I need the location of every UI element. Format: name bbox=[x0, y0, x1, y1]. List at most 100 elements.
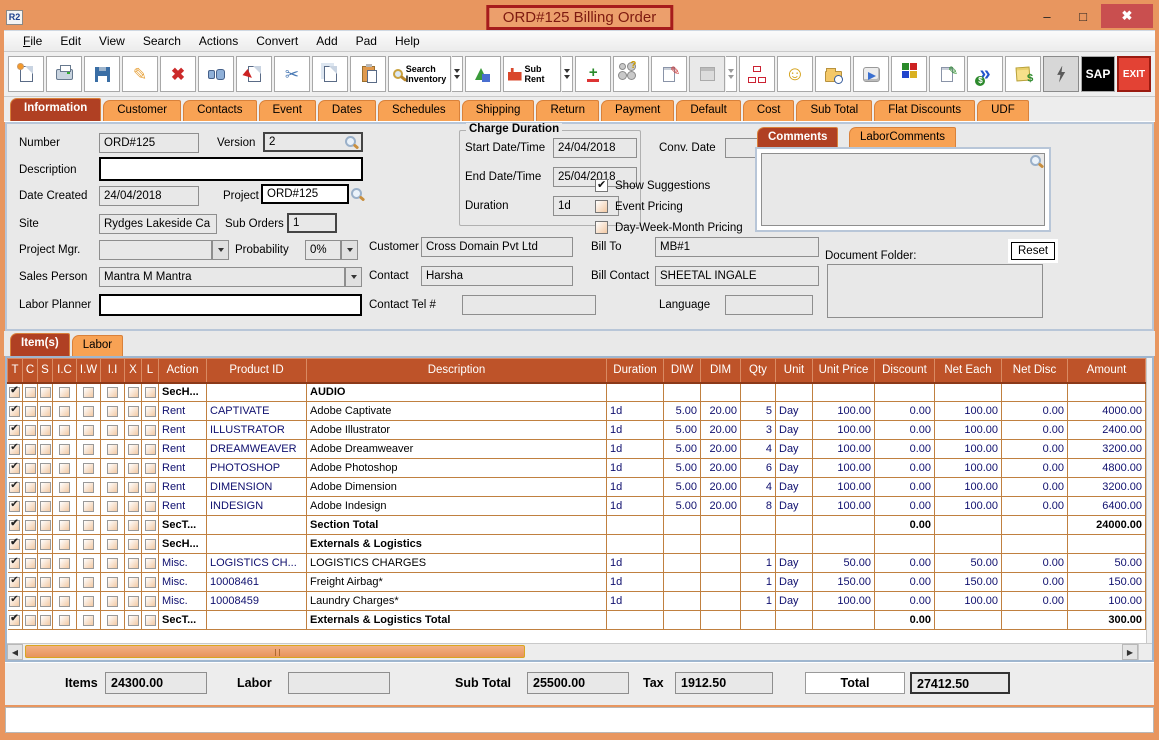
column-header-i.i[interactable]: I.I bbox=[101, 359, 125, 383]
cell-net[interactable]: 100.00 bbox=[935, 402, 1002, 421]
row-checkbox-i.i[interactable] bbox=[107, 577, 118, 588]
menu-add[interactable]: Add bbox=[307, 32, 346, 50]
probability-dropdown[interactable] bbox=[341, 240, 358, 260]
cell-qty[interactable]: 5 bbox=[741, 402, 776, 421]
row-checkbox-t[interactable] bbox=[9, 387, 20, 398]
cell-disc[interactable]: 0.00 bbox=[875, 402, 935, 421]
row-checkbox-l[interactable] bbox=[145, 577, 156, 588]
cell-diw[interactable]: 5.00 bbox=[664, 459, 701, 478]
cell-dur[interactable]: 1d bbox=[607, 402, 664, 421]
cell-amount[interactable]: 24000.00 bbox=[1068, 516, 1146, 535]
row-checkbox-t[interactable] bbox=[9, 615, 20, 626]
search-inventory-dropdown[interactable] bbox=[452, 56, 463, 92]
row-checkbox-s[interactable] bbox=[40, 558, 51, 569]
row-checkbox-i.w[interactable] bbox=[83, 482, 94, 493]
cell-diw[interactable] bbox=[664, 516, 701, 535]
number-field[interactable]: ORD#125 bbox=[99, 133, 199, 153]
cell-qty[interactable]: 1 bbox=[741, 592, 776, 611]
cell-action[interactable]: Rent bbox=[159, 478, 207, 497]
modules-button[interactable] bbox=[891, 56, 927, 92]
row-checkbox-i.w[interactable] bbox=[83, 558, 94, 569]
menu-help[interactable]: Help bbox=[386, 32, 429, 50]
cell-unit[interactable] bbox=[776, 383, 813, 402]
row-checkbox-i.w[interactable] bbox=[83, 406, 94, 417]
cell-qty[interactable]: 4 bbox=[741, 440, 776, 459]
hscroll-thumb[interactable] bbox=[25, 645, 525, 658]
bill-contact-field[interactable]: SHEETAL INGALE bbox=[655, 266, 819, 286]
bill-to-field[interactable]: MB#1 bbox=[655, 237, 819, 257]
cell-netdisc[interactable] bbox=[1002, 383, 1068, 402]
row-checkbox-s[interactable] bbox=[40, 501, 51, 512]
row-checkbox-i.c[interactable] bbox=[59, 558, 70, 569]
row-checkbox-x[interactable] bbox=[128, 444, 139, 455]
cell-price[interactable] bbox=[813, 516, 875, 535]
cell-desc[interactable]: Section Total bbox=[307, 516, 607, 535]
sub-rent-button[interactable]: Sub Rent bbox=[503, 56, 562, 92]
row-checkbox-t[interactable] bbox=[9, 463, 20, 474]
calendar-dropdown[interactable] bbox=[726, 56, 737, 92]
cell-amount[interactable]: 2400.00 bbox=[1068, 421, 1146, 440]
cell-disc[interactable]: 0.00 bbox=[875, 497, 935, 516]
history-folder-button[interactable] bbox=[815, 56, 851, 92]
row-checkbox-i.w[interactable] bbox=[83, 444, 94, 455]
cell-dim[interactable]: 20.00 bbox=[701, 440, 741, 459]
cell-action[interactable]: Misc. bbox=[159, 554, 207, 573]
row-checkbox-i.i[interactable] bbox=[107, 520, 118, 531]
cell-amount[interactable]: 3200.00 bbox=[1068, 478, 1146, 497]
row-checkbox-i.i[interactable] bbox=[107, 463, 118, 474]
cell-price[interactable]: 150.00 bbox=[813, 573, 875, 592]
row-checkbox-l[interactable] bbox=[145, 615, 156, 626]
tab-labor[interactable]: Labor bbox=[72, 335, 123, 356]
row-checkbox-t[interactable] bbox=[9, 520, 20, 531]
cell-net[interactable]: 100.00 bbox=[935, 497, 1002, 516]
row-checkbox-i.w[interactable] bbox=[83, 539, 94, 550]
cell-netdisc[interactable]: 0.00 bbox=[1002, 554, 1068, 573]
cell-price[interactable]: 100.00 bbox=[813, 497, 875, 516]
cell-dur[interactable]: 1d bbox=[607, 421, 664, 440]
cell-disc[interactable]: 0.00 bbox=[875, 421, 935, 440]
row-checkbox-s[interactable] bbox=[40, 444, 51, 455]
reset-button[interactable]: Reset bbox=[1011, 242, 1055, 260]
cell-diw[interactable] bbox=[664, 383, 701, 402]
table-row[interactable]: RentCAPTIVATEAdobe Captivate1d5.0020.005… bbox=[8, 402, 1146, 421]
cell-dim[interactable]: 20.00 bbox=[701, 402, 741, 421]
cell-product[interactable]: DIMENSION bbox=[207, 478, 307, 497]
contacts-button[interactable]: ☺ bbox=[777, 56, 813, 92]
cell-product[interactable] bbox=[207, 516, 307, 535]
menu-edit[interactable]: Edit bbox=[51, 32, 90, 50]
row-checkbox-i.c[interactable] bbox=[59, 577, 70, 588]
shapes-button[interactable] bbox=[465, 56, 501, 92]
cell-dur[interactable]: 1d bbox=[607, 497, 664, 516]
cell-desc[interactable]: Externals & Logistics Total bbox=[307, 611, 607, 630]
row-checkbox-i.c[interactable] bbox=[59, 406, 70, 417]
tab-sub-total[interactable]: Sub Total bbox=[796, 100, 872, 121]
column-header-duration[interactable]: Duration bbox=[607, 359, 664, 383]
cell-unit[interactable]: Day bbox=[776, 573, 813, 592]
row-checkbox-c[interactable] bbox=[25, 615, 36, 626]
cell-action[interactable]: Rent bbox=[159, 402, 207, 421]
cell-netdisc[interactable] bbox=[1002, 516, 1068, 535]
row-checkbox-i.i[interactable] bbox=[107, 596, 118, 607]
cell-dim[interactable]: 20.00 bbox=[701, 497, 741, 516]
row-checkbox-x[interactable] bbox=[128, 482, 139, 493]
cell-unit[interactable]: Day bbox=[776, 478, 813, 497]
probability-field[interactable]: 0% bbox=[305, 240, 341, 260]
row-checkbox-s[interactable] bbox=[40, 520, 51, 531]
hscroll-track[interactable] bbox=[23, 644, 1122, 660]
tab-customer[interactable]: Customer bbox=[103, 100, 181, 121]
menu-convert[interactable]: Convert bbox=[247, 32, 307, 50]
cell-netdisc[interactable]: 0.00 bbox=[1002, 497, 1068, 516]
row-checkbox-l[interactable] bbox=[145, 425, 156, 436]
cell-disc[interactable]: 0.00 bbox=[875, 573, 935, 592]
cell-desc[interactable]: Adobe Photoshop bbox=[307, 459, 607, 478]
row-checkbox-i.i[interactable] bbox=[107, 444, 118, 455]
menu-actions[interactable]: Actions bbox=[190, 32, 247, 50]
calendar-button[interactable] bbox=[689, 56, 725, 92]
cell-desc[interactable]: Adobe Captivate bbox=[307, 402, 607, 421]
cell-action[interactable]: SecH... bbox=[159, 383, 207, 402]
row-checkbox-i.w[interactable] bbox=[83, 615, 94, 626]
cell-dim[interactable] bbox=[701, 611, 741, 630]
cell-price[interactable] bbox=[813, 611, 875, 630]
row-checkbox-t[interactable] bbox=[9, 577, 20, 588]
row-checkbox-x[interactable] bbox=[128, 558, 139, 569]
